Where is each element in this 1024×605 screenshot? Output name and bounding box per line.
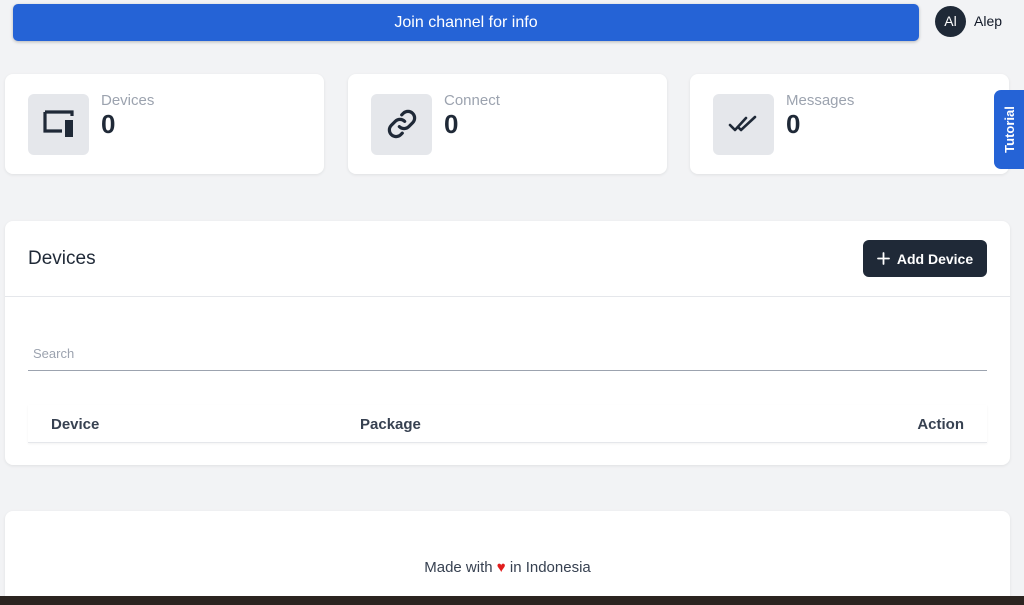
footer-after: in Indonesia <box>509 559 591 576</box>
add-device-label: Add Device <box>896 250 974 267</box>
plus-icon <box>876 252 890 265</box>
heart-icon: ♥ <box>496 559 506 576</box>
stat-label: Devices <box>101 91 155 109</box>
double-check-icon <box>713 93 774 155</box>
taskbar-strip <box>0 596 1024 605</box>
footer: Made with ♥ in Indonesia <box>5 511 1010 605</box>
devices-panel: Devices Add Device Device Package Action <box>5 221 1010 465</box>
stat-value: 0 <box>101 108 116 139</box>
add-device-button[interactable]: Add Device <box>863 240 987 277</box>
device-icon <box>28 93 89 155</box>
panel-title: Devices <box>28 247 96 269</box>
column-header-package: Package <box>360 416 421 433</box>
stat-value: 0 <box>786 108 801 139</box>
link-icon <box>371 93 432 155</box>
table-header: Device Package Action <box>28 405 987 443</box>
avatar: Al <box>935 5 966 37</box>
stat-card-devices: Devices 0 <box>5 74 324 174</box>
user-menu[interactable]: Al Alep <box>935 5 1002 37</box>
column-header-action: Action <box>917 416 964 433</box>
footer-before: Made with <box>424 559 493 576</box>
stat-label: Messages <box>786 91 855 109</box>
column-header-device: Device <box>51 416 100 433</box>
tutorial-label: Tutorial <box>1001 106 1017 153</box>
stat-label: Connect <box>444 91 500 109</box>
stat-card-connect: Connect 0 <box>348 74 667 174</box>
stat-value: 0 <box>444 108 459 139</box>
panel-header: Devices Add Device <box>5 221 1010 297</box>
search-input[interactable] <box>28 337 987 371</box>
user-name: Alep <box>974 13 1003 29</box>
footer-text: Made with ♥ in Indonesia <box>5 559 1010 576</box>
tutorial-tab[interactable]: Tutorial <box>994 90 1024 169</box>
search-field <box>28 337 987 371</box>
stat-card-messages: Messages 0 <box>690 74 1009 174</box>
join-channel-button[interactable]: Join channel for info <box>13 4 919 41</box>
